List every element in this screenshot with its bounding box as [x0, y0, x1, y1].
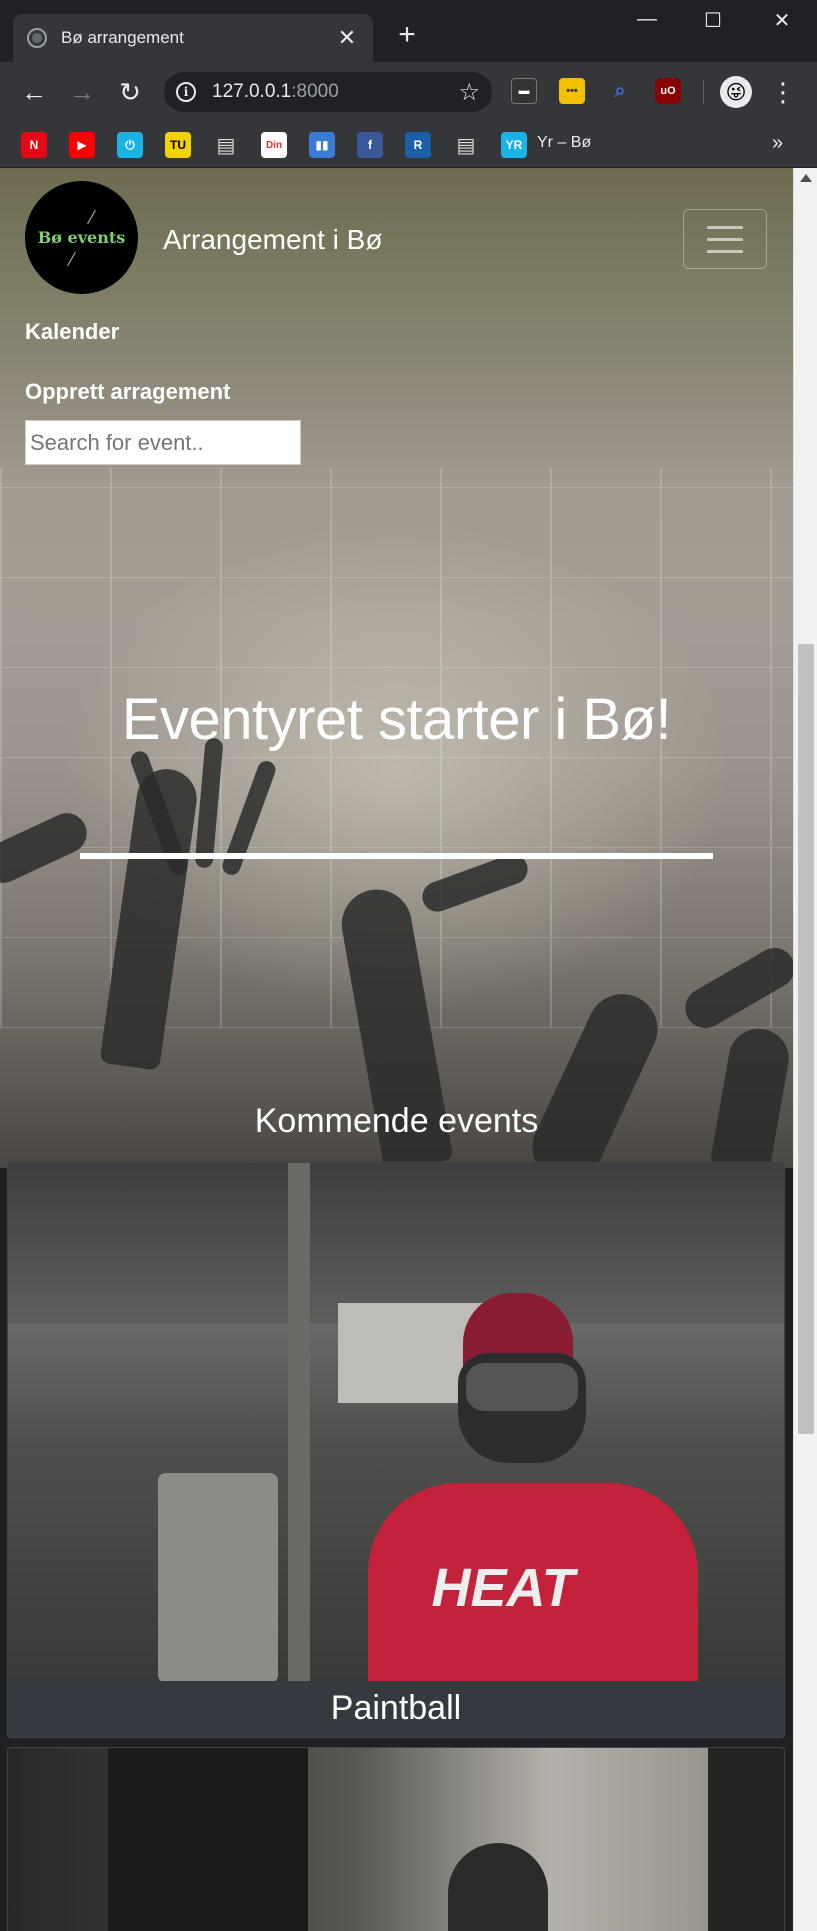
- din-side-icon[interactable]: Din: [261, 132, 287, 158]
- event-image-paintball: HEAT: [8, 1163, 784, 1681]
- r-icon[interactable]: R: [405, 132, 431, 158]
- address-bar[interactable]: i 127.0.0.1:8000 ☆: [164, 72, 492, 112]
- page-viewport: Bø events Arrangement i Bø Kalender Oppr…: [0, 168, 793, 1931]
- more-bookmarks-icon[interactable]: »: [772, 132, 783, 155]
- tab-title: Bø arrangement: [61, 28, 184, 47]
- image-person: [448, 1843, 548, 1931]
- maximize-icon[interactable]: ☐: [693, 8, 733, 33]
- hero-title: Eventyret starter i Bø!: [121, 687, 672, 752]
- close-tab-icon[interactable]: ✕: [335, 25, 359, 51]
- toolbar-divider: [703, 80, 704, 104]
- image-visor: [466, 1363, 578, 1411]
- event-search-input[interactable]: [25, 420, 301, 465]
- image-roof: [8, 1163, 784, 1323]
- extension-notes-icon[interactable]: •••: [559, 78, 585, 104]
- bookmark-page-icon[interactable]: ▤: [453, 132, 479, 158]
- youtube-icon[interactable]: ▶: [69, 132, 95, 158]
- info-icon[interactable]: i: [176, 82, 196, 102]
- extension-search-icon[interactable]: ⌕: [607, 78, 633, 104]
- bookmark-star-icon[interactable]: ☆: [458, 78, 480, 107]
- image-jersey-print: HEAT: [431, 1558, 575, 1618]
- event-card[interactable]: [7, 1747, 785, 1931]
- image-door: [108, 1748, 308, 1931]
- site-logo[interactable]: Bø events: [25, 181, 138, 294]
- url-host: 127.0.0.1: [212, 81, 292, 102]
- hero-background: Bø events Arrangement i Bø Kalender Oppr…: [0, 168, 793, 1194]
- image-barrel: [158, 1473, 278, 1681]
- forward-icon[interactable]: →: [66, 76, 98, 108]
- bookmark-page-icon[interactable]: ▤: [213, 132, 239, 158]
- yr-icon[interactable]: YR: [501, 132, 527, 158]
- facebook-icon[interactable]: f: [357, 132, 383, 158]
- browser-tab[interactable]: Bø arrangement ✕: [13, 14, 373, 62]
- browser-titlebar: Bø arrangement ✕ + — ☐ ✕: [0, 0, 817, 62]
- image-pole: [288, 1163, 310, 1681]
- logo-slash-icon: [67, 251, 76, 267]
- new-tab-button[interactable]: +: [392, 20, 422, 50]
- ublock-icon[interactable]: uO: [655, 78, 681, 104]
- image-pillar: [708, 1748, 784, 1931]
- hamburger-line: [707, 225, 743, 229]
- hamburger-line: [707, 237, 743, 241]
- globe-icon: [27, 28, 47, 48]
- upcoming-events-heading: Kommende events: [254, 1102, 539, 1140]
- minimize-icon[interactable]: —: [627, 8, 667, 31]
- hamburger-line: [707, 249, 743, 253]
- scroll-thumb[interactable]: [798, 644, 814, 1434]
- page-scrollbar[interactable]: [793, 168, 817, 1931]
- scroll-up-arrow-icon[interactable]: [800, 174, 812, 182]
- netflix-icon[interactable]: N: [21, 132, 47, 158]
- event-image-second: [8, 1748, 784, 1931]
- book-icon[interactable]: ▮▮: [309, 132, 335, 158]
- bookmarks-bar: Yr – Bø » N ▶ ⏻ TU ▤ Din ▮▮ f R ▤ YR: [0, 122, 817, 168]
- back-icon[interactable]: ←: [18, 76, 50, 108]
- reload-icon[interactable]: ↻: [114, 76, 146, 108]
- logo-slash-icon: [87, 209, 96, 225]
- nav-link-calendar[interactable]: Kalender: [25, 319, 119, 345]
- event-card[interactable]: HEAT Paintball: [7, 1162, 785, 1738]
- nav-link-create-event[interactable]: Opprett arragement: [25, 379, 230, 405]
- logo-text: Bø events: [37, 228, 126, 247]
- close-window-icon[interactable]: ✕: [762, 8, 802, 33]
- navbar-toggle-button[interactable]: [683, 209, 767, 269]
- brand-title[interactable]: Arrangement i Bø: [163, 224, 382, 256]
- bookmark-yr-bo[interactable]: Yr – Bø: [537, 134, 591, 152]
- profile-avatar[interactable]: 😜: [720, 76, 752, 108]
- url-port: :8000: [291, 81, 339, 102]
- tu-icon[interactable]: TU: [165, 132, 191, 158]
- event-title[interactable]: Paintball: [8, 1681, 784, 1737]
- hero-divider: [80, 853, 713, 859]
- browser-menu-icon[interactable]: ⋮: [770, 76, 796, 108]
- browser-toolbar: ← → ↻ i 127.0.0.1:8000 ☆ ▬ ••• ⌕ uO 😜 ⋮: [0, 62, 817, 122]
- power-icon[interactable]: ⏻: [117, 132, 143, 158]
- extension-mask-icon[interactable]: ▬: [511, 78, 537, 104]
